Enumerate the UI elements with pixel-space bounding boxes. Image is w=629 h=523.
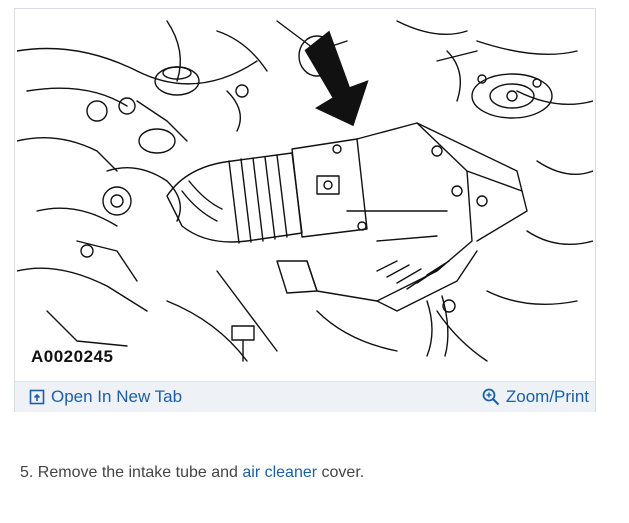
zoom-print-button[interactable]: Zoom/Print — [482, 387, 589, 407]
step-caption: 5. Remove the intake tube and air cleane… — [20, 464, 364, 482]
figure-card: A0020245 Open In New Tab Zoom/Print — [14, 8, 596, 412]
caption-text-after: cover. — [317, 464, 365, 481]
engine-diagram-drawing — [17, 20, 593, 362]
caption-text-before: 5. Remove the intake tube and — [20, 464, 243, 481]
zoom-icon — [482, 388, 500, 406]
zoom-print-label: Zoom/Print — [505, 387, 589, 406]
engine-diagram-image[interactable]: A0020245 — [17, 11, 593, 379]
open-in-new-tab-button[interactable]: Open In New Tab — [29, 387, 182, 407]
open-new-tab-icon — [29, 389, 45, 405]
figure-toolbar: Open In New Tab Zoom/Print — [15, 381, 595, 412]
open-in-new-tab-label: Open In New Tab — [51, 387, 183, 406]
air-cleaner-link[interactable]: air cleaner — [242, 464, 317, 481]
figure-code: A0020245 — [31, 347, 114, 366]
